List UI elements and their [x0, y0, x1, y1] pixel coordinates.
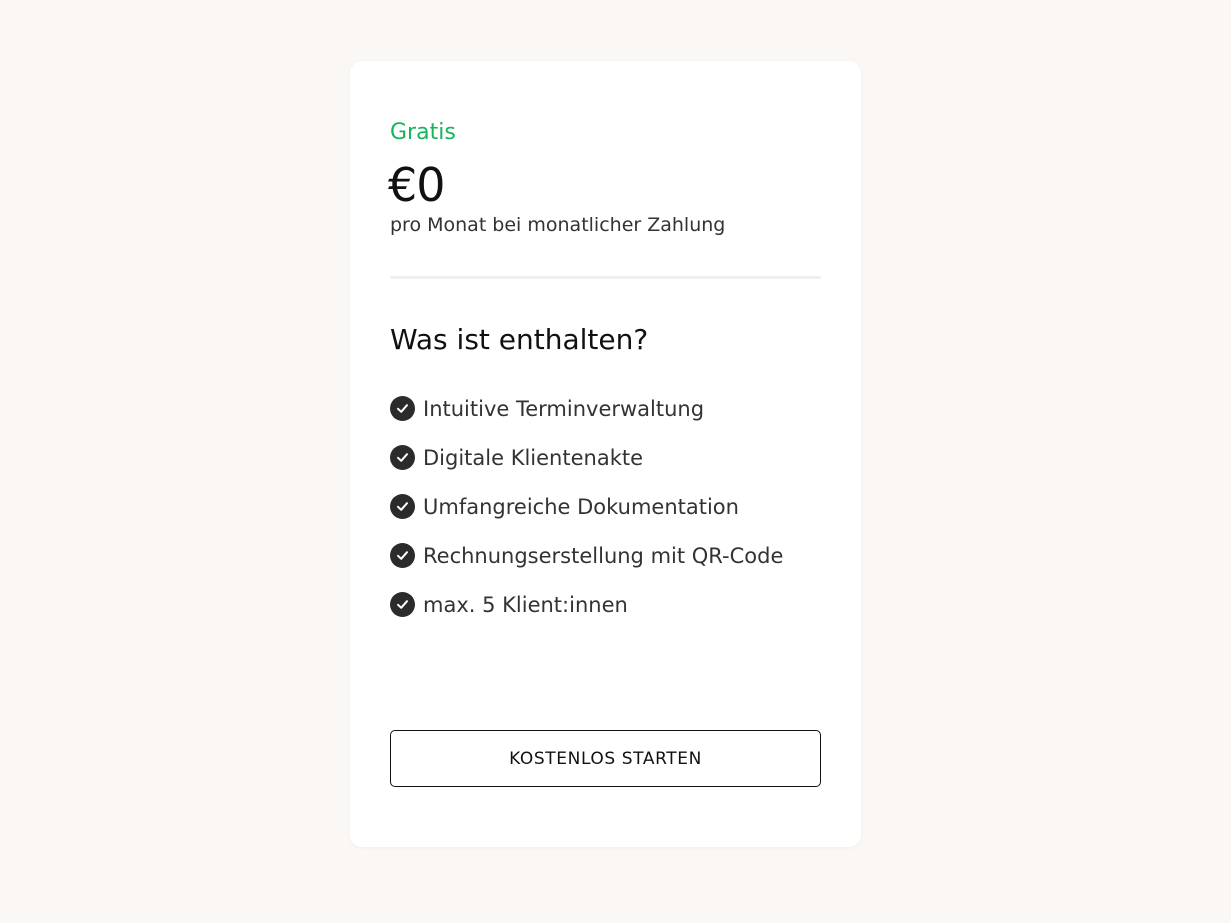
feature-list: Intuitive Terminverwaltung Digitale Klie… [390, 384, 783, 629]
feature-label: Digitale Klientenakte [423, 445, 644, 470]
feature-item: Intuitive Terminverwaltung [390, 384, 783, 433]
features-heading: Was ist enthalten? [390, 323, 649, 356]
feature-item: max. 5 Klient:innen [390, 580, 783, 629]
check-circle-icon [390, 445, 415, 470]
feature-label: Umfangreiche Dokumentation [423, 494, 739, 519]
start-free-button[interactable]: KOSTENLOS STARTEN [390, 730, 821, 787]
plan-price: €0 [388, 158, 446, 212]
feature-label: Rechnungserstellung mit QR-Code [423, 543, 784, 568]
divider [390, 276, 821, 279]
check-circle-icon [390, 543, 415, 568]
check-circle-icon [390, 592, 415, 617]
feature-item: Umfangreiche Dokumentation [390, 482, 783, 531]
feature-label: Intuitive Terminverwaltung [423, 396, 705, 421]
feature-label: max. 5 Klient:innen [423, 592, 628, 617]
plan-name: Gratis [390, 120, 456, 145]
pricing-card: Gratis €0 pro Monat bei monatlicher Zahl… [350, 61, 861, 847]
check-circle-icon [390, 494, 415, 519]
feature-item: Rechnungserstellung mit QR-Code [390, 531, 783, 580]
feature-item: Digitale Klientenakte [390, 433, 783, 482]
price-note: pro Monat bei monatlicher Zahlung [390, 214, 726, 236]
check-circle-icon [390, 396, 415, 421]
